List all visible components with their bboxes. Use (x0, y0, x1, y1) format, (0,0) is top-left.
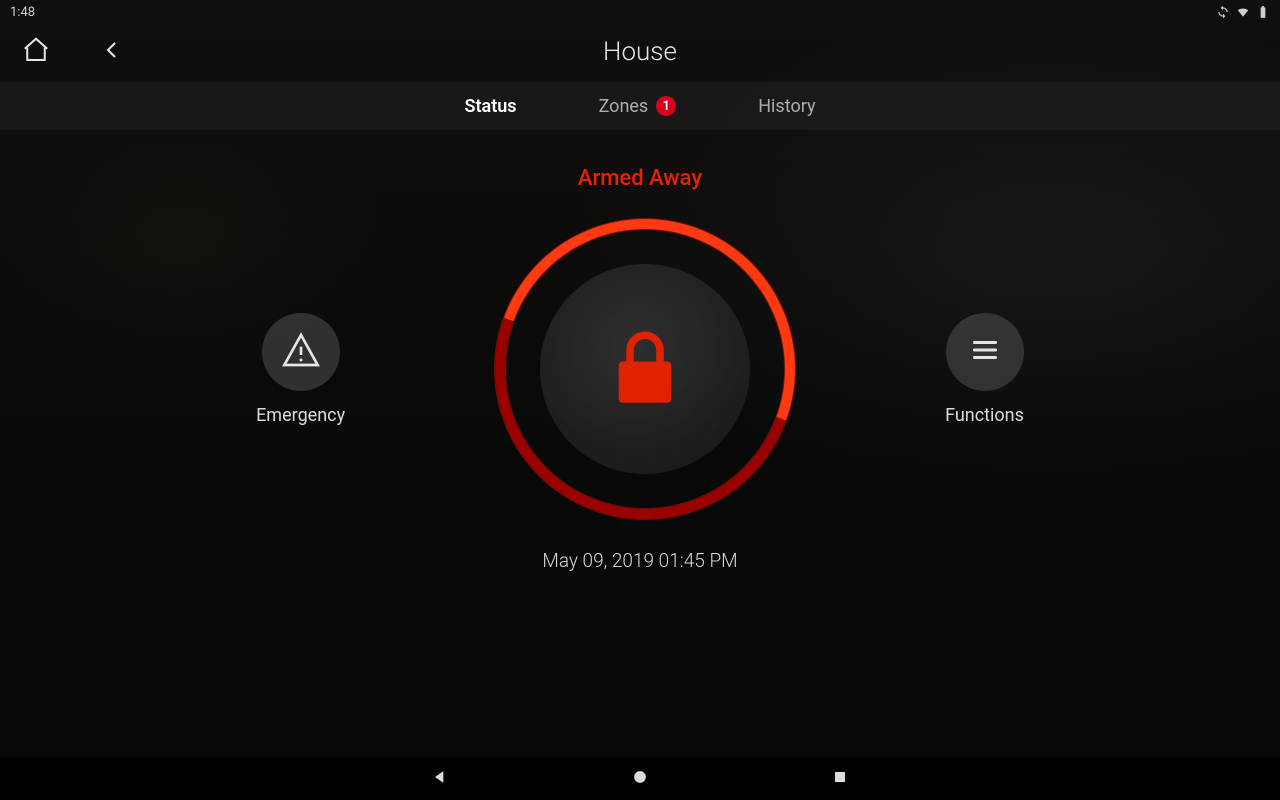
square-recent-icon (830, 767, 850, 791)
warning-icon (281, 330, 321, 374)
menu-icon (967, 332, 1003, 372)
arm-disarm-button[interactable] (495, 219, 795, 519)
wifi-icon (1236, 5, 1250, 19)
chevron-left-icon (100, 38, 124, 66)
functions-label: Functions (945, 405, 1024, 426)
back-button[interactable] (94, 34, 130, 70)
status-ring (495, 219, 795, 519)
android-statusbar: 1:48 (0, 0, 1280, 22)
home-button[interactable] (18, 34, 54, 70)
tab-label: Status (465, 96, 517, 117)
zones-badge: 1 (656, 96, 676, 116)
emergency-button[interactable]: Emergency (256, 313, 345, 426)
android-navbar (0, 756, 1280, 800)
tab-bar: Status Zones 1 History (0, 82, 1280, 130)
triangle-back-icon (430, 767, 450, 791)
home-icon (21, 35, 51, 69)
page-title: House (0, 37, 1280, 67)
status-panel: Armed Away Emergency (0, 130, 1280, 756)
statusbar-time: 1:48 (10, 5, 35, 20)
tab-label: History (758, 96, 815, 117)
nav-recent-button[interactable] (820, 759, 860, 799)
controls-row: Emergency (0, 219, 1280, 519)
tab-status[interactable]: Status (449, 90, 533, 123)
circle-home-icon (630, 767, 650, 791)
tab-history[interactable]: History (742, 90, 831, 123)
sync-icon (1216, 5, 1230, 19)
tab-label: Zones (599, 96, 649, 117)
app-bar: House (0, 22, 1280, 82)
status-timestamp: May 09, 2019 01:45 PM (542, 549, 737, 572)
battery-icon (1256, 5, 1270, 19)
nav-home-button[interactable] (620, 759, 660, 799)
tab-zones[interactable]: Zones 1 (583, 90, 693, 123)
functions-button[interactable]: Functions (945, 313, 1024, 426)
nav-back-button[interactable] (420, 759, 460, 799)
armed-status-label: Armed Away (578, 166, 702, 191)
emergency-label: Emergency (256, 405, 345, 426)
